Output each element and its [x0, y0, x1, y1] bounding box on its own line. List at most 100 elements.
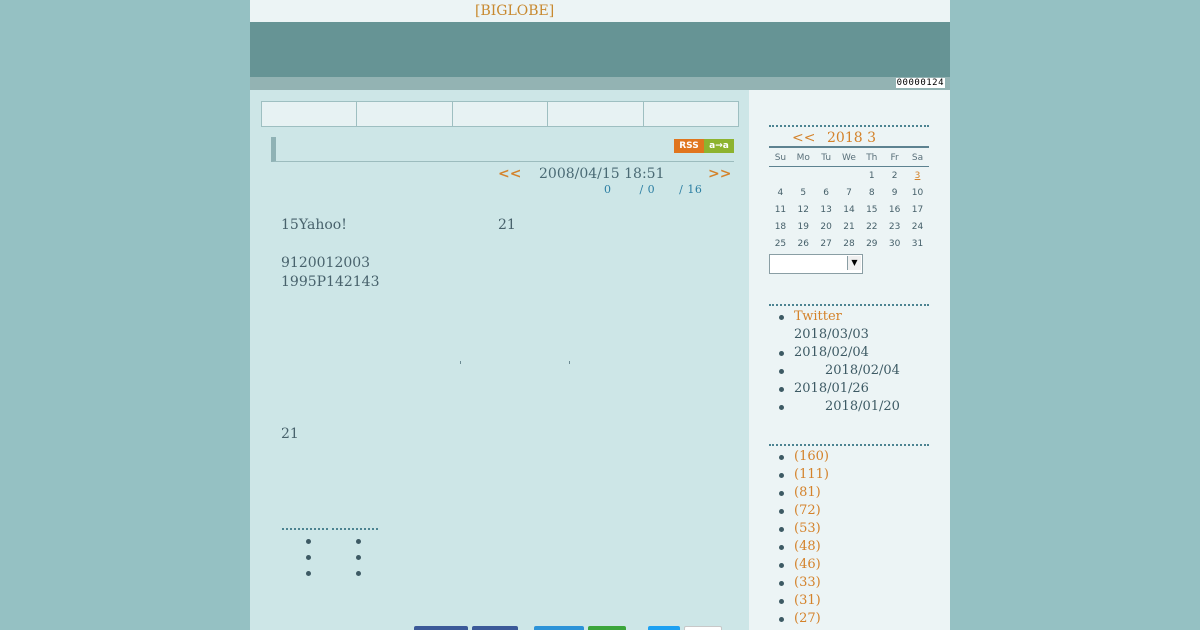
category-count[interactable]: (27) — [794, 611, 821, 626]
calendar-weekday: Su — [769, 149, 792, 167]
calendar-week: 18 19 20 21 22 23 24 — [769, 218, 929, 235]
line-share-button[interactable] — [588, 626, 626, 630]
body-text-line: 21 — [281, 426, 299, 442]
archive-select[interactable]: ▼ — [769, 254, 863, 274]
list-bullet — [356, 539, 361, 544]
calendar-day: 5 — [800, 187, 807, 198]
category-item[interactable]: (111) — [769, 466, 939, 484]
category-item[interactable]: (27) — [769, 610, 939, 628]
hatena-bookmark-button[interactable] — [534, 626, 584, 630]
calendar-day: 26 — [797, 238, 809, 249]
calendar-day: 17 — [911, 204, 924, 215]
calendar-day: 22 — [866, 221, 878, 232]
calendar-day: 14 — [843, 204, 855, 215]
facebook-share-button[interactable] — [414, 626, 468, 630]
calendar-day-link[interactable]: 3 — [906, 167, 929, 185]
recent-posts-list: Twitter 2018/03/03 2018/02/04 2018/02/04 201… — [769, 308, 939, 416]
related-list-divider — [282, 528, 328, 530]
calendar: Su Mo Tu We Th Fr Sa 1 2 3 4 5 6 7 8 9 10 11 12 13 14 15 16 17… — [769, 149, 929, 252]
list-bullet — [779, 369, 784, 374]
list-bullet — [306, 571, 311, 576]
category-count[interactable]: (111) — [794, 467, 829, 482]
list-bullet — [779, 545, 784, 550]
rss-badge[interactable]: RSS a→a — [674, 139, 734, 153]
facebook-like-button[interactable] — [472, 626, 518, 630]
recent-post-item[interactable]: 2018/02/04 — [769, 344, 939, 362]
calendar-day: 18 — [774, 221, 787, 232]
nav-tab-2[interactable] — [357, 102, 453, 126]
calendar-day: 16 — [888, 204, 901, 215]
list-bullet — [779, 617, 784, 622]
recent-post-item[interactable]: Twitter 2018/03/03 — [769, 308, 939, 344]
share-count-button[interactable] — [684, 626, 722, 630]
list-bullet — [779, 563, 784, 568]
calendar-day — [769, 167, 792, 185]
category-item[interactable]: (160) — [769, 448, 939, 466]
calendar-day: 28 — [843, 238, 855, 249]
sidebar-divider — [769, 125, 929, 127]
calendar-weekday: Mo — [791, 149, 815, 167]
calendar-weekday: Th — [860, 149, 884, 167]
body-text-line: 15Yahoo! — [281, 217, 347, 233]
calendar-day: 2 — [891, 170, 898, 181]
body-text-line: 9120012003 — [281, 255, 371, 271]
calendar-day — [815, 167, 838, 185]
top-bar: [BIGLOBE] — [250, 0, 950, 23]
sidebar: << 2018 3 Su Mo Tu We Th Fr Sa 1 2 3 4 5 6 7 8 9 10 11 12… — [749, 90, 950, 630]
nav-tab-1[interactable] — [262, 102, 358, 126]
rss-feed-icon: RSS — [674, 139, 704, 153]
calendar-day: 6 — [823, 187, 829, 198]
recent-post-item[interactable]: 2018/01/26 — [769, 380, 939, 398]
calendar-day: 24 — [911, 221, 924, 232]
category-count[interactable]: (31) — [794, 593, 821, 608]
list-bullet — [306, 539, 311, 544]
calendar-week: 4 5 6 7 8 9 10 — [769, 184, 929, 201]
recent-post-date: 2018/02/04 — [794, 345, 869, 360]
biglobe-link[interactable]: [BIGLOBE] — [475, 3, 554, 19]
nav-tab-4[interactable] — [548, 102, 644, 126]
category-count[interactable]: (160) — [794, 449, 829, 464]
calendar-weekday: Tu — [814, 149, 838, 167]
category-item[interactable]: (53) — [769, 520, 939, 538]
recent-post-item[interactable]: 2018/02/04 — [769, 362, 939, 380]
calendar-day: 10 — [911, 187, 924, 198]
calendar-weekday: Sa — [906, 149, 929, 167]
category-item[interactable]: (33) — [769, 574, 939, 592]
chevron-down-icon: ▼ — [847, 256, 861, 270]
calendar-prev-link[interactable]: << — [792, 130, 815, 146]
text-mark — [460, 361, 461, 364]
next-post-link[interactable]: >> — [708, 166, 731, 182]
list-bullet — [779, 491, 784, 496]
category-count[interactable]: (48) — [794, 539, 821, 554]
access-counter: 00000124 — [895, 78, 945, 88]
recent-post-date: 2018/01/20 — [825, 399, 900, 414]
category-count[interactable]: (81) — [794, 485, 821, 500]
tweet-button[interactable] — [648, 626, 680, 630]
list-bullet — [779, 315, 784, 320]
sidebar-divider — [769, 444, 929, 446]
category-count[interactable]: (46) — [794, 557, 821, 572]
category-item[interactable]: (48) — [769, 538, 939, 556]
calendar-day — [838, 167, 861, 185]
list-bullet — [779, 509, 784, 514]
calendar-title[interactable]: 2018 3 — [827, 130, 876, 146]
prev-post-link[interactable]: << — [498, 166, 521, 182]
calendar-week: 25 26 27 28 29 30 31 — [769, 235, 929, 252]
category-count[interactable]: (72) — [794, 503, 821, 518]
nav-tab-3[interactable] — [453, 102, 549, 126]
category-count[interactable]: (53) — [794, 521, 821, 536]
category-count[interactable]: (33) — [794, 575, 821, 590]
category-item[interactable]: (31) — [769, 592, 939, 610]
post-stats[interactable]: 0 / 0 / 16 — [604, 183, 702, 196]
calendar-day: 25 — [774, 238, 787, 249]
category-item[interactable]: (81) — [769, 484, 939, 502]
calendar-day: 8 — [868, 187, 875, 198]
calendar-day: 12 — [797, 204, 809, 215]
nav-tab-5[interactable] — [644, 102, 738, 126]
category-item[interactable]: (72) — [769, 502, 939, 520]
recent-post-title[interactable]: Twitter — [794, 308, 939, 326]
category-item[interactable]: (46) — [769, 556, 939, 574]
recent-post-item[interactable]: 2018/01/20 — [769, 398, 939, 416]
calendar-week: 1 23 — [769, 167, 929, 185]
calendar-day: 1 — [868, 170, 875, 181]
